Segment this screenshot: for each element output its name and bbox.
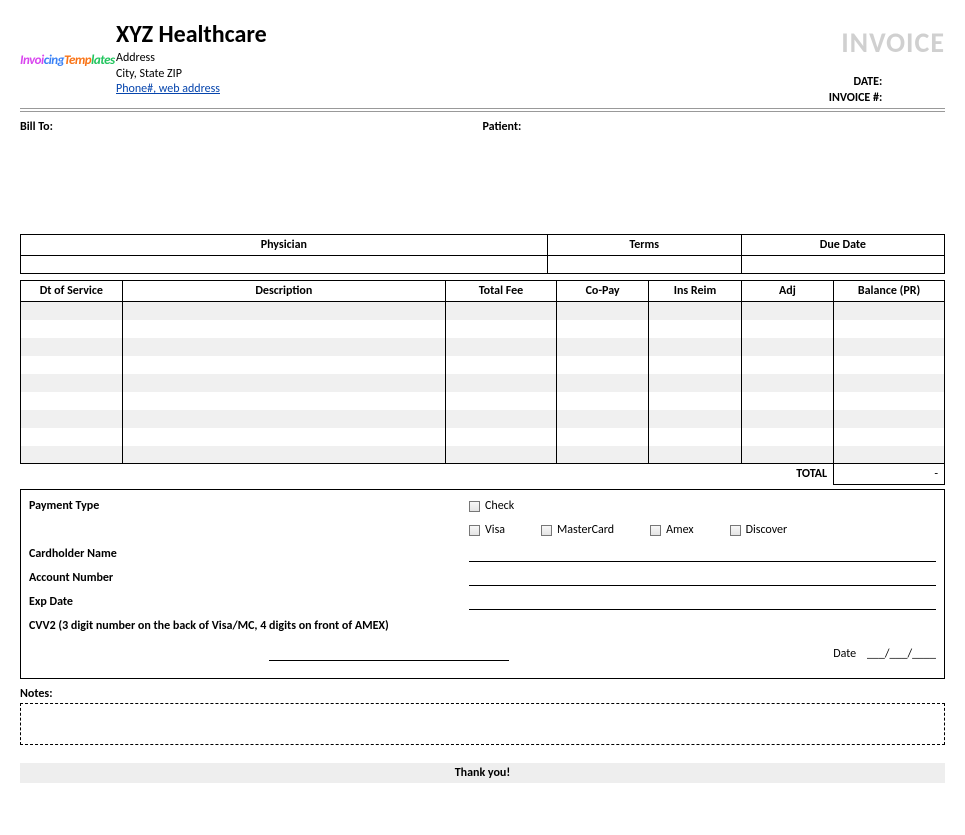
col-total-fee: Total Fee xyxy=(446,281,557,302)
patient-label: Patient: xyxy=(483,120,946,134)
check-option-mastercard[interactable]: MasterCard xyxy=(541,523,614,537)
company-name: XYZ Healthcare xyxy=(116,20,945,49)
table-row[interactable] xyxy=(21,338,945,356)
payment-date-field[interactable]: ___/___/____ xyxy=(867,647,936,661)
invoice-number-label: INVOICE #: xyxy=(812,91,882,105)
info-table: Physician Terms Due Date xyxy=(20,234,945,274)
duedate-header: Due Date xyxy=(741,235,944,256)
duedate-value[interactable] xyxy=(741,256,944,274)
table-row[interactable] xyxy=(21,302,945,320)
col-balance: Balance (PR) xyxy=(834,281,945,302)
payment-section: Payment Type Check Visa MasterCard Amex … xyxy=(20,489,945,679)
cardholder-label: Cardholder Name xyxy=(29,547,469,561)
checkbox-icon xyxy=(469,501,480,512)
physician-value[interactable] xyxy=(21,256,548,274)
checkbox-icon xyxy=(469,525,480,536)
cvv-label: CVV2 (3 digit number on the back of Visa… xyxy=(29,619,936,633)
table-row[interactable] xyxy=(21,410,945,428)
col-adj: Adj xyxy=(741,281,833,302)
table-row[interactable] xyxy=(21,392,945,410)
col-copay: Co-Pay xyxy=(556,281,648,302)
check-option-discover[interactable]: Discover xyxy=(730,523,788,537)
notes-label: Notes: xyxy=(20,687,945,701)
invoice-meta: DATE: INVOICE #: xyxy=(812,75,945,107)
table-row[interactable] xyxy=(21,320,945,338)
account-number-label: Account Number xyxy=(29,571,469,585)
table-row[interactable] xyxy=(21,374,945,392)
table-row[interactable] xyxy=(21,356,945,374)
notes-field[interactable] xyxy=(20,703,945,745)
account-number-field[interactable] xyxy=(469,570,936,586)
checkbox-icon xyxy=(650,525,661,536)
col-description: Description xyxy=(122,281,445,302)
table-row[interactable] xyxy=(21,446,945,464)
line-items-table: Dt of Service Description Total Fee Co-P… xyxy=(20,280,945,485)
parties-row: Bill To: Patient: xyxy=(20,120,945,134)
company-contact-link[interactable]: Phone#, web address xyxy=(116,82,220,96)
payment-date-label: Date xyxy=(833,647,856,661)
total-value: - xyxy=(834,464,945,485)
checkbox-icon xyxy=(730,525,741,536)
signature-line[interactable] xyxy=(269,647,509,661)
exp-date-field[interactable] xyxy=(469,594,936,610)
physician-header: Physician xyxy=(21,235,548,256)
company-address-line1: Address xyxy=(116,51,945,67)
cardholder-field[interactable] xyxy=(469,546,936,562)
total-label: TOTAL xyxy=(21,464,834,485)
invoice-title: INVOICE xyxy=(841,25,945,60)
col-ins-reim: Ins Reim xyxy=(649,281,741,302)
exp-date-label: Exp Date xyxy=(29,595,469,609)
terms-header: Terms xyxy=(547,235,741,256)
check-option-check[interactable]: Check xyxy=(469,499,514,513)
logo-icon: InvoicingTemplates xyxy=(20,40,110,80)
header-divider xyxy=(20,108,945,112)
invoice-header: InvoicingTemplates XYZ Healthcare Addres… xyxy=(20,20,945,104)
billto-label: Bill To: xyxy=(20,120,483,134)
terms-value[interactable] xyxy=(547,256,741,274)
table-row[interactable] xyxy=(21,428,945,446)
payment-type-label: Payment Type xyxy=(29,499,469,513)
check-option-amex[interactable]: Amex xyxy=(650,523,694,537)
footer-thanks: Thank you! xyxy=(20,763,945,783)
check-option-visa[interactable]: Visa xyxy=(469,523,505,537)
checkbox-icon xyxy=(541,525,552,536)
col-dt-service: Dt of Service xyxy=(21,281,123,302)
date-label: DATE: xyxy=(812,75,882,89)
